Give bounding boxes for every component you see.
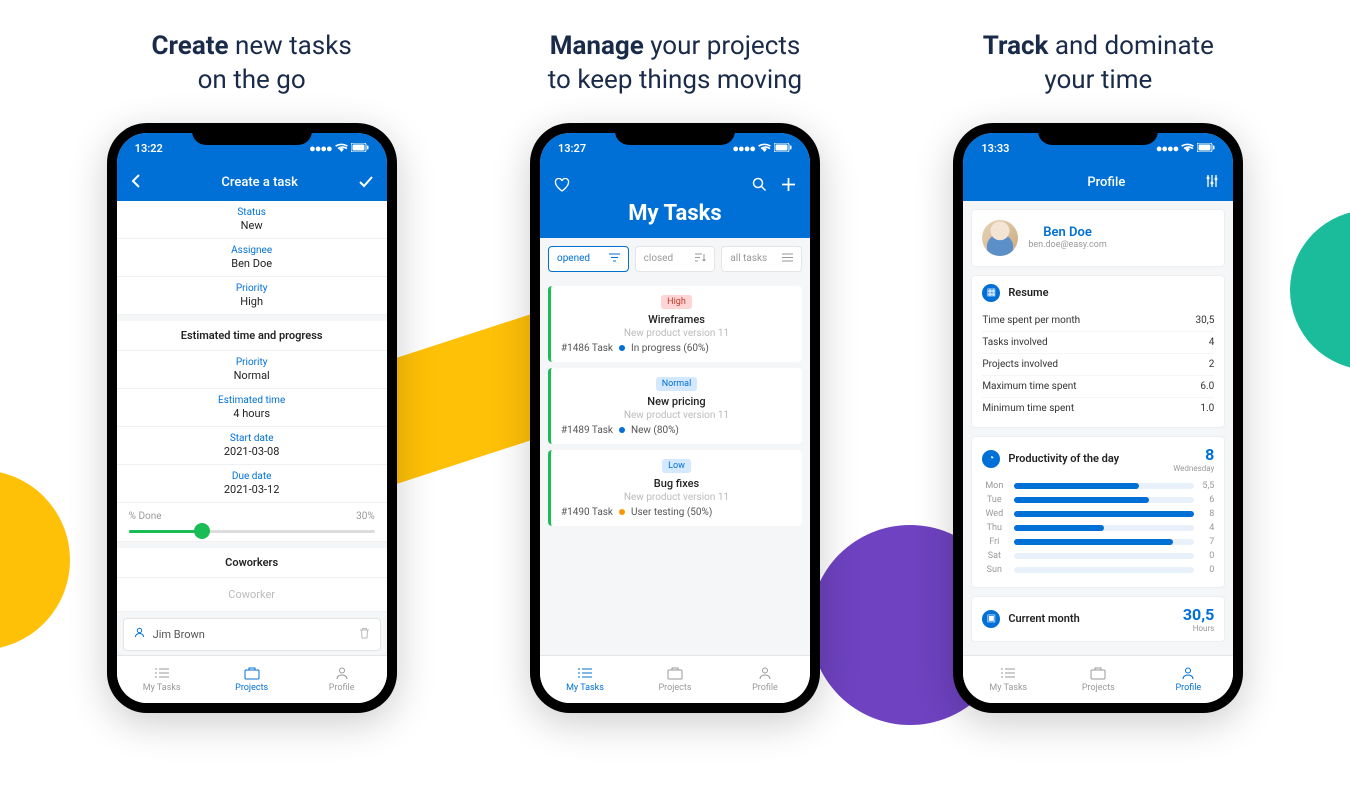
- screen-title: Profile: [1007, 175, 1205, 190]
- tab-profile[interactable]: Profile: [297, 656, 387, 703]
- done-slider[interactable]: % Done30%: [117, 503, 387, 542]
- form-body: StatusNew AssigneeBen Doe PriorityHigh E…: [117, 201, 387, 655]
- task-card[interactable]: High Wireframes New product version 11 #…: [548, 286, 802, 362]
- priority-field[interactable]: PriorityHigh: [117, 277, 387, 315]
- duedate-field[interactable]: Due date2021-03-12: [117, 465, 387, 503]
- profile-body: Ben Doe ben.doe@easy.com ▦ Resume Time s…: [963, 201, 1233, 655]
- tab-projects[interactable]: Projects: [207, 656, 297, 703]
- tab-mytasks[interactable]: My Tasks: [540, 656, 630, 703]
- resume-row: Projects involved2: [982, 354, 1214, 376]
- startdate-field[interactable]: Start date2021-03-08: [117, 427, 387, 465]
- status-time: 13:33: [981, 142, 1009, 155]
- wifi-icon: [758, 142, 771, 155]
- tab-profile[interactable]: Profile: [1143, 656, 1233, 703]
- user-icon: [134, 627, 145, 641]
- filter-opened[interactable]: opened: [548, 246, 629, 272]
- task-card[interactable]: Normal New pricing New product version 1…: [548, 368, 802, 444]
- resume-card: ▦ Resume Time spent per month30,5Tasks i…: [971, 275, 1225, 428]
- navbar: Profile: [963, 165, 1233, 201]
- coworker-chip[interactable]: Jim Brown: [123, 618, 381, 651]
- tab-bar: My Tasks Projects Profile: [117, 655, 387, 703]
- resume-icon: ▦: [982, 284, 1000, 302]
- day-row: Mon5,5: [982, 481, 1214, 491]
- signal-icon: ●●●●: [732, 142, 755, 155]
- panel-manage: Manage your projects to keep things movi…: [475, 30, 875, 713]
- day-row: Tue6: [982, 495, 1214, 505]
- day-row: Wed8: [982, 509, 1214, 519]
- filter-closed[interactable]: closed: [635, 246, 716, 272]
- search-icon[interactable]: [752, 177, 767, 196]
- month-card: ▣ Current month 30,5Hours: [971, 596, 1225, 642]
- resume-row: Tasks involved4: [982, 332, 1214, 354]
- filter-tabs: opened closed all tasks: [540, 238, 810, 280]
- day-row: Sun0: [982, 565, 1214, 575]
- panel-track: Track and dominate your time 13:33 ●●●● …: [898, 30, 1298, 713]
- section-coworkers: Coworkers: [117, 542, 387, 578]
- priority2-field[interactable]: PriorityNormal: [117, 351, 387, 389]
- resume-row: Minimum time spent1.0: [982, 398, 1214, 419]
- phone-frame: 13:22 ●●●● Create a task StatusNew Assig…: [107, 123, 397, 713]
- tab-mytasks[interactable]: My Tasks: [963, 656, 1053, 703]
- tab-bar: My Tasks Projects Profile: [540, 655, 810, 703]
- task-list: High Wireframes New product version 11 #…: [540, 280, 810, 655]
- resume-row: Maximum time spent6.0: [982, 376, 1214, 398]
- status-time: 13:27: [558, 142, 586, 155]
- headline-create: Create new tasks on the go: [52, 30, 452, 98]
- menu-icon: [782, 253, 793, 265]
- phone-frame: 13:27 ●●●● My Tasks opened: [530, 123, 820, 713]
- wifi-icon: [335, 142, 348, 155]
- panel-create: Create new tasks on the go 13:22 ●●●● Cr…: [52, 30, 452, 713]
- calendar-icon: ▣: [982, 610, 1000, 628]
- filter-all[interactable]: all tasks: [721, 246, 802, 272]
- back-icon[interactable]: [131, 173, 141, 192]
- confirm-icon[interactable]: [359, 173, 373, 192]
- tab-profile[interactable]: Profile: [720, 656, 810, 703]
- battery-icon: [351, 142, 369, 155]
- plus-icon[interactable]: [781, 177, 796, 196]
- settings-icon[interactable]: [1205, 173, 1219, 192]
- resume-row: Time spent per month30,5: [982, 310, 1214, 332]
- headline-track: Track and dominate your time: [898, 30, 1298, 98]
- status-field[interactable]: StatusNew: [117, 201, 387, 239]
- screen-title: Create a task: [161, 175, 359, 190]
- sort-icon: [695, 253, 706, 265]
- navbar: [540, 165, 810, 201]
- headline-manage: Manage your projects to keep things movi…: [475, 30, 875, 98]
- tab-bar: My Tasks Projects Profile: [963, 655, 1233, 703]
- tab-projects[interactable]: Projects: [1053, 656, 1143, 703]
- tab-mytasks[interactable]: My Tasks: [117, 656, 207, 703]
- day-row: Fri7: [982, 537, 1214, 547]
- heart-icon[interactable]: [554, 177, 570, 196]
- estimated-field[interactable]: Estimated time4 hours: [117, 389, 387, 427]
- status-time: 13:22: [135, 142, 163, 155]
- filter-icon: [609, 253, 620, 265]
- wifi-icon: [1181, 142, 1194, 155]
- phone-frame: 13:33 ●●●● Profile Ben Doe ben.doe@easy.…: [953, 123, 1243, 713]
- day-row: Thu4: [982, 523, 1214, 533]
- tasks-header: My Tasks: [540, 201, 810, 238]
- signal-icon: ●●●●: [1156, 142, 1179, 155]
- coworker-input[interactable]: Coworker: [117, 578, 387, 612]
- signal-icon: ●●●●: [309, 142, 332, 155]
- chart-icon: ◔: [982, 450, 1000, 468]
- battery-icon: [1197, 142, 1215, 155]
- trash-icon[interactable]: [359, 627, 370, 642]
- avatar: [982, 220, 1018, 256]
- day-row: Sat0: [982, 551, 1214, 561]
- tab-projects[interactable]: Projects: [630, 656, 720, 703]
- profile-header[interactable]: Ben Doe ben.doe@easy.com: [971, 209, 1225, 267]
- task-card[interactable]: Low Bug fixes New product version 11 #14…: [548, 450, 802, 526]
- assignee-field[interactable]: AssigneeBen Doe: [117, 239, 387, 277]
- navbar: Create a task: [117, 165, 387, 201]
- productivity-card: ◔ Productivity of the day 8Wednesday Mon…: [971, 436, 1225, 588]
- battery-icon: [774, 142, 792, 155]
- section-estimated: Estimated time and progress: [117, 315, 387, 351]
